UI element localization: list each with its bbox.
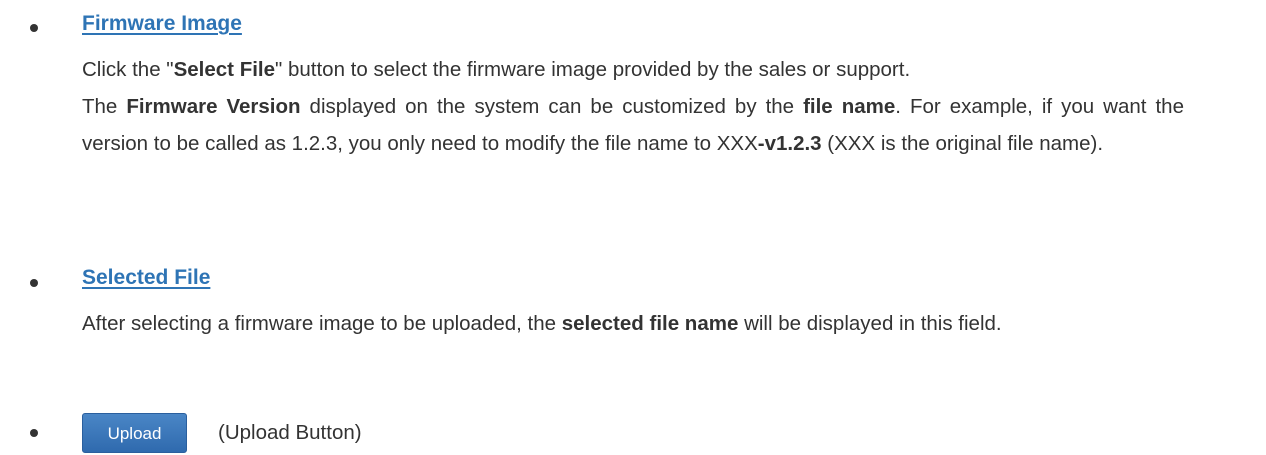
bullet-firmware-image [30,24,38,32]
text-fragment: displayed on the system can be customize… [300,95,804,118]
firmware-image-paragraph-2: The Firmware Version displayed on the sy… [82,88,1184,162]
firmware-image-line-1: Click the "Select File" button to select… [82,51,1184,88]
text-fragment: The [82,95,127,118]
selected-file-paragraph: After selecting a firmware image to be u… [82,305,1184,342]
bullet-selected-file [30,279,38,287]
text-fragment: After selecting a firmware image to be u… [82,312,562,335]
text-fragment: will be displayed in this field. [738,312,1002,335]
document-page: Firmware Image Click the "Select File" b… [0,0,1266,455]
selected-file-name-emphasis: selected file name [561,312,739,335]
firmware-version-emphasis: Firmware Version [126,95,301,118]
bullet-upload [30,429,38,437]
upload-button-caption: (Upload Button) [218,421,362,444]
text-fragment: " button to select the firmware image pr… [275,58,911,81]
text-fragment: Click the " [82,58,174,81]
version-suffix-emphasis: -v1.2.3 [757,132,822,155]
heading-selected-file[interactable]: Selected File [82,266,210,290]
upload-button[interactable]: Upload [82,413,187,453]
file-name-emphasis: file name [803,95,896,118]
heading-firmware-image[interactable]: Firmware Image [82,12,242,36]
select-file-emphasis: Select File [173,58,276,81]
text-fragment: (XXX is the original file name). [821,132,1104,155]
